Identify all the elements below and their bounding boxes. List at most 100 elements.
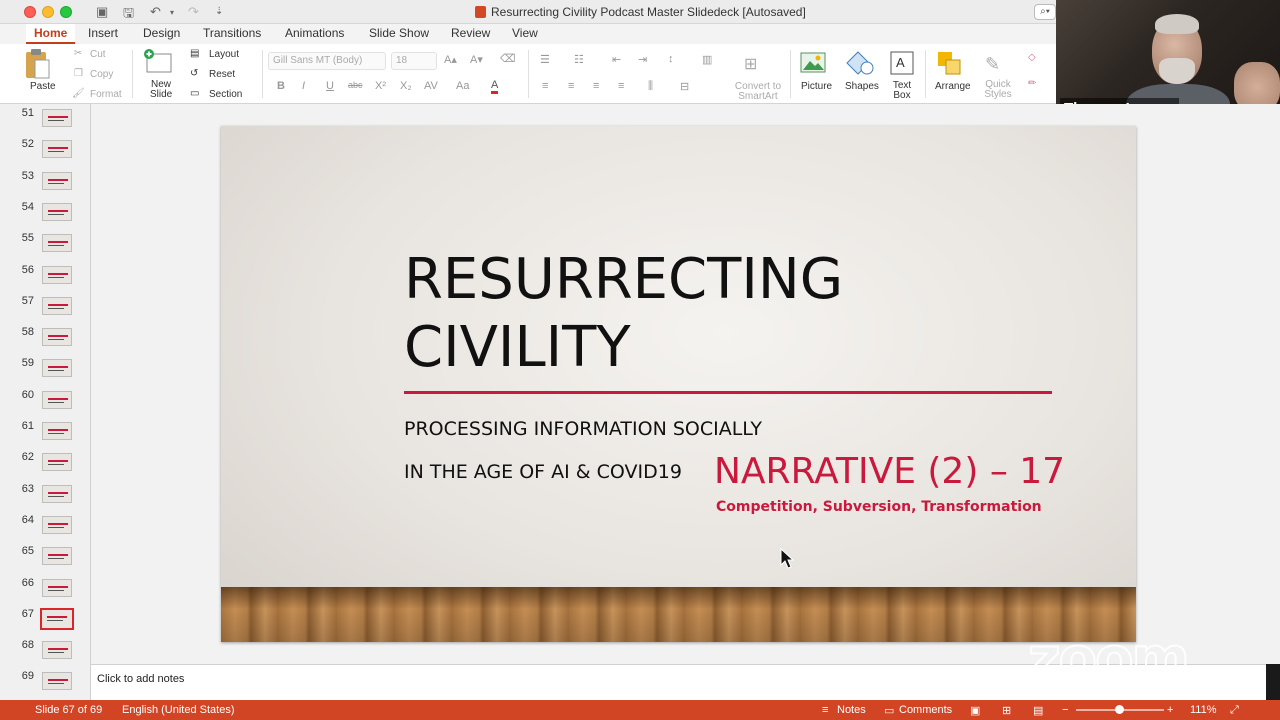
slide-thumbnail[interactable]: 52 <box>0 138 90 166</box>
close-window-button[interactable] <box>24 6 36 18</box>
slide-thumbnail[interactable]: 68 <box>0 639 90 667</box>
slide-title[interactable]: RESURRECTING CIVILITY <box>404 246 1004 382</box>
convert-to-smartart-button[interactable]: Convert to SmartArt <box>733 82 783 102</box>
cut-button[interactable]: Cut <box>90 49 106 60</box>
copy-icon[interactable]: ❐ <box>74 68 83 79</box>
slide-thumbnail-image[interactable] <box>40 607 74 630</box>
notes-placeholder[interactable]: Click to add notes <box>97 673 184 685</box>
slide-thumbnail-image[interactable] <box>42 328 72 347</box>
save-icon[interactable]: 🖫 <box>123 4 134 26</box>
tab-insert[interactable]: Insert <box>80 24 126 44</box>
quick-styles-button[interactable]: Quick Styles <box>984 80 1012 100</box>
undo-dropdown-icon[interactable]: ▾ <box>170 8 174 17</box>
slide-thumbnail-image[interactable] <box>42 515 72 534</box>
slide-thumbnail[interactable]: 64 <box>0 514 90 542</box>
paste-button[interactable]: Paste <box>30 81 56 92</box>
font-name-field[interactable]: Gill Sans MT (Body) <box>268 52 386 70</box>
increase-font-icon[interactable]: A▴ <box>444 53 457 66</box>
tab-transitions[interactable]: Transitions <box>195 24 269 44</box>
slide-thumbnail-image[interactable] <box>42 453 72 472</box>
superscript-icon[interactable]: X² <box>375 80 386 92</box>
tab-design[interactable]: Design <box>135 24 188 44</box>
subscript-icon[interactable]: X₂ <box>400 80 412 92</box>
line-spacing-icon[interactable]: ↕ <box>668 53 674 65</box>
numbering-icon[interactable]: ☷ <box>574 53 584 66</box>
zoom-in-icon[interactable]: + <box>1167 704 1173 716</box>
slide-thumbnail[interactable]: 53 <box>0 170 90 198</box>
section-button[interactable]: Section <box>209 89 242 100</box>
text-direction-icon[interactable]: ⫼ <box>648 80 653 93</box>
slide-thumbnail-panel[interactable]: 51 52 53 54 55 56 57 58 59 60 61 62 63 64 65 66 67 68 69 <box>0 104 91 700</box>
slide-thumbnail-image[interactable] <box>42 234 72 253</box>
slide-thumbnail[interactable]: 61 <box>0 420 90 448</box>
slide-thumbnail[interactable]: 66 <box>0 577 90 605</box>
picture-button[interactable]: Picture <box>801 81 832 92</box>
cut-icon[interactable]: ✂ <box>74 48 82 59</box>
bullets-icon[interactable]: ☰ <box>540 53 550 66</box>
slide-thumbnail-image[interactable] <box>42 578 72 597</box>
reading-view-icon[interactable]: ▤ <box>1033 704 1043 717</box>
reset-button[interactable]: Reset <box>209 69 235 80</box>
slide-thumbnail-image[interactable] <box>42 484 72 503</box>
search-icon[interactable]: ⌕▾ <box>1034 4 1056 20</box>
decrease-font-icon[interactable]: A▾ <box>470 53 483 66</box>
shapes-icon[interactable] <box>845 50 875 76</box>
undo-icon[interactable]: ↶ <box>150 4 161 20</box>
shapes-button[interactable]: Shapes <box>845 81 879 92</box>
slide-thumbnail-image[interactable] <box>42 265 72 284</box>
current-slide[interactable]: RESURRECTING CIVILITY PROCESSING INFORMA… <box>221 126 1136 642</box>
zoom-level[interactable]: 111% <box>1190 704 1217 716</box>
slide-thumbnail[interactable]: 55 <box>0 232 90 260</box>
italic-icon[interactable]: I <box>302 80 305 92</box>
align-text-icon[interactable]: ⊟ <box>680 80 689 93</box>
font-color-icon[interactable]: A <box>491 80 499 94</box>
shape-fill-icon[interactable]: ◇ <box>1028 52 1036 63</box>
comments-toggle-button[interactable]: Comments <box>899 704 952 716</box>
slide-thumbnail[interactable]: 54 <box>0 201 90 229</box>
slide-thumbnail[interactable]: 63 <box>0 483 90 511</box>
slide-thumbnail-image[interactable] <box>42 641 72 660</box>
comments-icon[interactable]: ▭ <box>884 704 894 717</box>
redo-icon[interactable]: ↷ <box>188 4 199 20</box>
tab-home[interactable]: Home <box>26 24 76 44</box>
slide-thumbnail-image[interactable] <box>42 109 72 127</box>
slide-thumbnail[interactable]: 62 <box>0 451 90 479</box>
zoom-slider-handle[interactable] <box>1115 705 1124 714</box>
slide-thumbnail[interactable]: 60 <box>0 389 90 417</box>
new-slide-icon[interactable] <box>143 48 173 76</box>
maximize-window-button[interactable] <box>60 6 72 18</box>
slide-thumbnail[interactable]: 58 <box>0 326 90 354</box>
arrange-icon[interactable] <box>936 50 964 76</box>
paste-icon[interactable] <box>24 48 50 80</box>
slide-sorter-icon[interactable]: ⊞ <box>1002 704 1011 717</box>
text-box-icon[interactable]: A <box>889 50 915 76</box>
quick-styles-icon[interactable]: ✎ <box>985 54 1000 75</box>
minimize-window-button[interactable] <box>42 6 54 18</box>
tab-review[interactable]: Review <box>443 24 498 44</box>
slide-thumbnail-image[interactable] <box>42 171 72 190</box>
fit-to-window-icon[interactable]: ⤢ <box>1230 704 1239 717</box>
align-right-icon[interactable]: ≡ <box>593 80 599 92</box>
language-indicator[interactable]: English (United States) <box>122 704 235 716</box>
slide-thumbnail-image[interactable] <box>42 390 72 409</box>
notes-toggle-button[interactable]: Notes <box>837 704 866 716</box>
tab-view[interactable]: View <box>504 24 546 44</box>
tab-animations[interactable]: Animations <box>277 24 352 44</box>
slide-thumbnail[interactable]: 56 <box>0 264 90 292</box>
slide-thumbnail[interactable]: 69 <box>0 670 90 698</box>
slide-thumbnail-image[interactable] <box>42 359 72 378</box>
tab-slide-show[interactable]: Slide Show <box>361 24 437 44</box>
align-center-icon[interactable]: ≡ <box>568 80 574 92</box>
slide-thumbnail[interactable]: 59 <box>0 357 90 385</box>
picture-icon[interactable] <box>800 52 828 74</box>
format-painter-button[interactable]: Format <box>90 89 122 100</box>
slide-thumbnail-image[interactable] <box>42 422 72 440</box>
increase-indent-icon[interactable]: ⇥ <box>638 53 647 66</box>
slide-thumbnail-image[interactable] <box>42 202 72 221</box>
layout-button[interactable]: Layout <box>209 49 239 60</box>
shape-outline-icon[interactable]: ✏ <box>1028 78 1036 89</box>
slide-narrative-heading[interactable]: NARRATIVE (2) – 17 <box>714 451 1065 492</box>
slide-thumbnail[interactable]: 51 <box>0 107 90 135</box>
customize-toolbar-icon[interactable]: ⇣ <box>215 6 223 17</box>
clear-formatting-icon[interactable]: ⌫ <box>500 52 516 65</box>
